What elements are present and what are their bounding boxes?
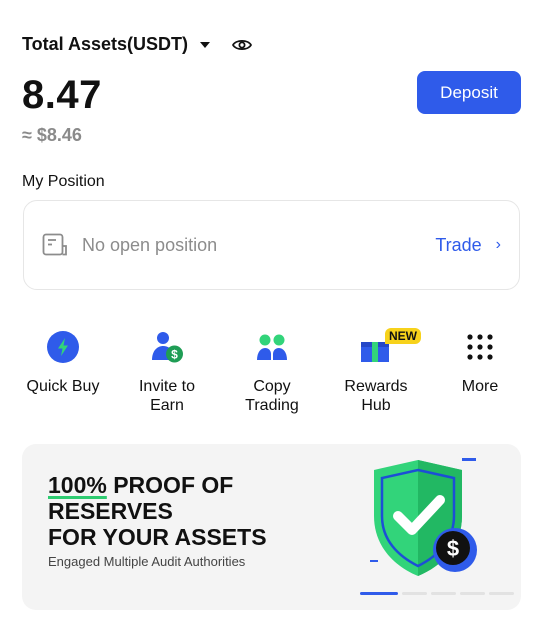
shield-check-icon: $	[370, 458, 477, 576]
lightning-icon	[47, 331, 79, 363]
new-badge: NEW	[385, 328, 421, 344]
banner-title-line-3: FOR YOUR ASSETS	[48, 524, 267, 550]
my-position-heading: My Position	[22, 173, 105, 190]
copy-trading-label: Copy Trading	[245, 378, 299, 414]
invite-to-earn-label: Invite to Earn	[138, 378, 196, 414]
chevron-right-icon: ›	[495, 236, 501, 253]
quick-buy-button[interactable]: Quick Buy	[13, 330, 113, 396]
grid-dots-icon	[467, 334, 493, 360]
trade-label: Trade	[435, 234, 482, 255]
deposit-button[interactable]: Deposit	[417, 71, 521, 114]
more-button[interactable]: More	[430, 330, 530, 396]
total-assets-title: Total Assets(USDT)	[22, 34, 189, 54]
gift-icon-wrapper: NEW	[359, 328, 421, 364]
caret-down-icon[interactable]	[200, 41, 211, 48]
carousel-dot[interactable]	[460, 592, 485, 595]
banner-subtitle: Engaged Multiple Audit Authorities	[48, 554, 246, 569]
balance-approx-usd: ≈ $8.46	[22, 125, 82, 145]
no-position-text: No open position	[82, 234, 218, 255]
total-assets-header[interactable]: Total Assets(USDT)	[22, 34, 253, 55]
carousel-dot[interactable]	[431, 592, 456, 595]
banner-title-highlight: 100%	[48, 472, 107, 498]
rewards-hub-button[interactable]: NEW Rewards Hub	[326, 328, 426, 415]
carousel-dot[interactable]	[489, 592, 514, 595]
copy-trading-button[interactable]: Copy Trading	[222, 330, 322, 415]
more-label: More	[461, 378, 499, 395]
carousel-dot-active[interactable]	[360, 592, 398, 595]
carousel-dot[interactable]	[402, 592, 427, 595]
balance-value: 8.47	[22, 73, 102, 117]
invite-dollar-icon: $	[152, 332, 183, 363]
document-icon	[42, 233, 67, 256]
banner-title-line-2: RESERVES	[48, 498, 173, 524]
proof-of-reserves-banner[interactable]: 100% PROOF OF RESERVES FOR YOUR ASSETS E…	[22, 444, 521, 610]
trade-link[interactable]: Trade ›	[435, 235, 501, 256]
svg-text:$: $	[171, 348, 178, 362]
rewards-hub-label: Rewards Hub	[344, 378, 408, 414]
banner-title: 100% PROOF OF RESERVES FOR YOUR ASSETS	[48, 472, 348, 550]
quick-buy-label: Quick Buy	[26, 378, 100, 395]
copy-trading-icon	[257, 334, 287, 360]
carousel-indicator	[360, 592, 514, 595]
eye-icon[interactable]	[232, 38, 253, 52]
invite-to-earn-button[interactable]: $ Invite to Earn	[117, 330, 217, 415]
svg-text:$: $	[447, 536, 459, 561]
position-card: No open position Trade ›	[23, 200, 520, 290]
banner-title-rest: PROOF OF	[106, 472, 234, 498]
